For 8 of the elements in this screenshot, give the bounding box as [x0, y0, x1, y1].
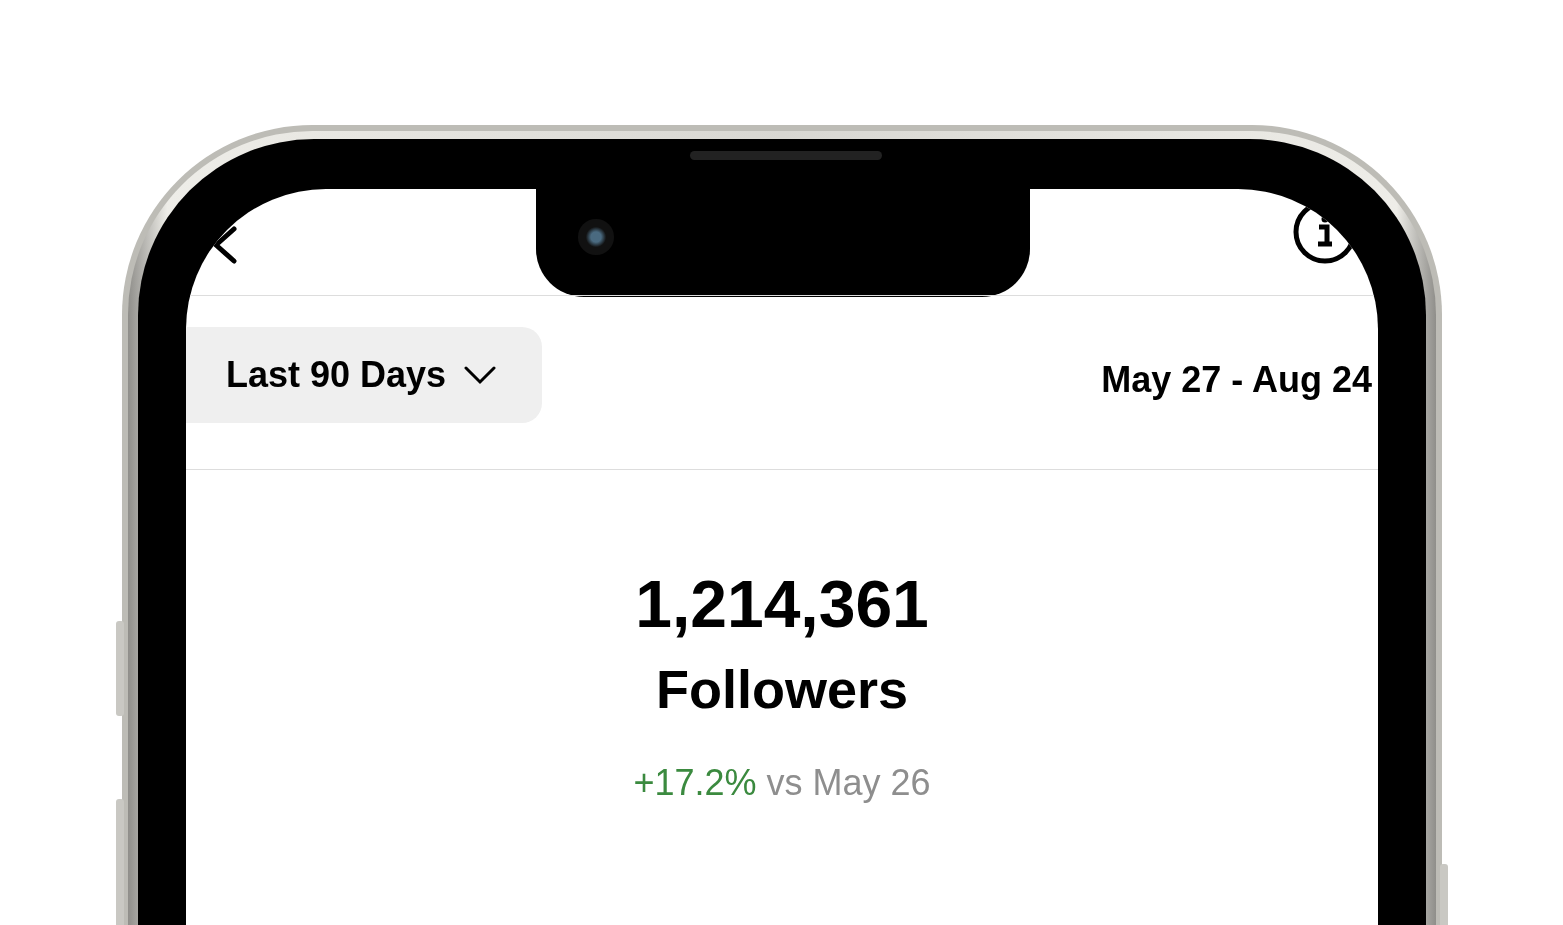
follower-count: 1,214,361: [635, 566, 929, 642]
chevron-icon: [464, 364, 497, 385]
camera-icon: [578, 219, 614, 255]
metric-label: Followers: [655, 658, 908, 721]
change-percent: +17.2%: [633, 762, 757, 803]
comparison-text: vs May 26: [766, 762, 931, 803]
date-range: May 27 - Aug 24: [1101, 358, 1372, 401]
range-dropdown[interactable]: Last 90 Days: [186, 326, 543, 423]
